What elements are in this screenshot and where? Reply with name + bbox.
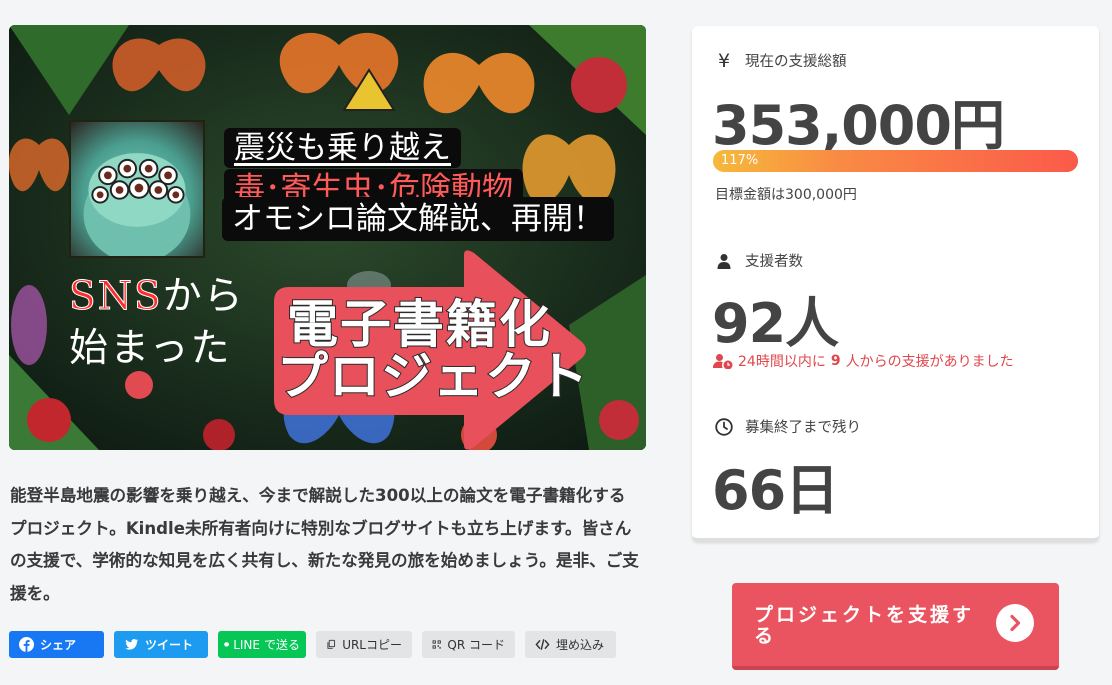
support-project-button[interactable]: プロジェクトを支援する [732,583,1059,670]
funding-stats-card: ¥ 現在の支援総額 353,000円 117% 目標金額は300,000円 支援… [692,26,1099,541]
recent-supporters-notice: 24時間以内に 9 人からの支援がありました [713,351,1014,371]
twitter-tweet-label: ツイート [145,638,194,652]
monster-illustration [69,120,205,258]
supporters-label-text: 支援者数 [745,254,803,270]
qr-code-icon [432,640,441,649]
remaining-days-label: 募集終了まで残り [715,416,861,437]
hero-sns-highlight: SNS [69,274,163,320]
hero-caption-line-3: オモシロ論文解説、再開！ [222,197,614,241]
project-description: 能登半島地震の影響を乗り越え、今まで解説した300以上の論文を電子書籍化するプロ… [10,486,639,603]
supporters-label: 支援者数 [715,250,803,271]
hero-caption-line-1: 震災も乗り越え [224,128,461,168]
chevron-right-circle-icon [996,604,1034,642]
funding-progress-fill [713,150,1078,172]
share-buttons: シェア ツイート LINE で送る URLコピー QR コード 埋め込み [9,631,616,658]
embed-button[interactable]: 埋め込み [525,631,616,658]
funding-progress-bar: 117% [713,150,1078,172]
qr-code-label: QR コード [447,638,505,652]
hero-sns-line-2: 始まった [69,326,232,371]
total-support-amount: 353,000円 [712,94,1005,157]
copy-icon [327,639,336,649]
supporters-count: 92人 [712,292,839,355]
facebook-share-button[interactable]: シェア [9,631,104,658]
line-logo-text: LINE [233,637,260,652]
line-icon [224,642,230,647]
hero-title-line-2: プロジェクト [276,347,590,408]
embed-label: 埋め込み [556,638,605,652]
clock-icon [715,417,733,436]
remaining-days-label-text: 募集終了まで残り [745,420,861,436]
support-project-label: プロジェクトを支援する [754,604,975,647]
code-icon [535,639,550,650]
recent-count: 9 [830,353,841,369]
twitter-bird-icon [125,639,139,650]
recent-prefix: 24時間以内に [738,354,826,370]
funding-progress-percent: 117% [721,153,759,168]
hero-sns-tail: から [162,274,245,319]
recent-suffix: 人からの支援がありました [845,354,1014,370]
twitter-tweet-button[interactable]: ツイート [114,631,208,658]
facebook-icon [19,637,34,652]
total-support-label: ¥ 現在の支援総額 [715,49,847,72]
line-send-button[interactable]: LINE で送る [218,631,306,658]
goal-amount: 目標金額は300,000円 [715,187,857,203]
qr-code-button[interactable]: QR コード [422,631,515,658]
total-support-label-text: 現在の支援総額 [745,54,847,70]
user-icon [715,252,733,270]
facebook-share-label: シェア [40,638,77,652]
user-clock-icon [713,354,733,369]
project-hero-image: 震災も乗り越え 毒･寄生虫･危険動物 オモシロ論文解説、再開！ SNSから 始ま… [9,25,646,450]
yen-icon: ¥ [717,49,731,72]
remaining-days-value: 66日 [712,459,839,522]
hero-sns-line-1: SNSから [69,265,245,321]
line-send-label: で送る [263,638,300,652]
url-copy-label: URLコピー [342,638,402,652]
url-copy-button[interactable]: URLコピー [316,631,412,658]
